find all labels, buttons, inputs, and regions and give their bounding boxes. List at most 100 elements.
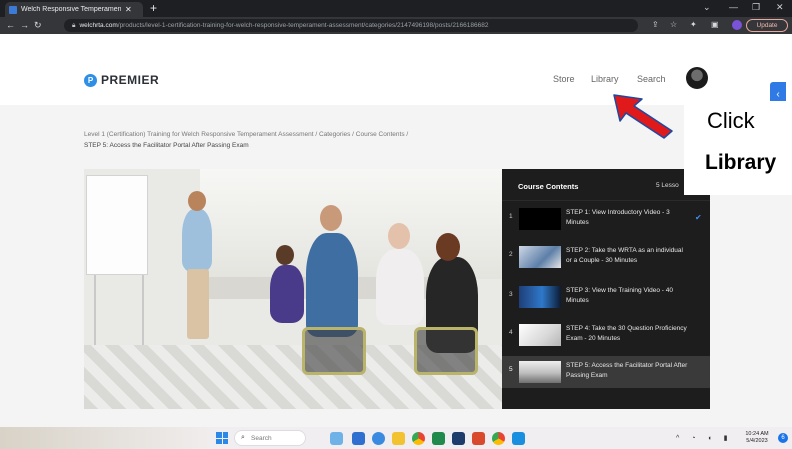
outlook-app-icon[interactable]	[512, 432, 525, 445]
lesson-thumbnail	[519, 286, 561, 308]
breadcrumb-current: STEP 5: Access the Facilitator Portal Af…	[84, 142, 249, 149]
powerpoint-app-icon[interactable]	[472, 432, 485, 445]
url-host: welchrta.com	[79, 22, 118, 29]
lesson-thumbnail	[519, 208, 561, 230]
lesson-title: STEP 3: View the Training Video - 40 Min…	[566, 287, 673, 304]
taskbar: ⌕ Search ^ ◔ ◖ ▮ 10:24 AM 5/4/2023 6	[0, 427, 792, 449]
lock-icon[interactable]: 🔒︎	[72, 22, 75, 30]
lesson-title: STEP 4: Take the 30 Question Proficiency…	[566, 325, 687, 342]
logo-text: PREMIER	[101, 73, 160, 87]
browser-tab-bar: Welch Responsive Temperament ✕ + ⌄ — ❐ ✕	[0, 0, 792, 17]
main-content: Level 1 (Certification) Training for Wel…	[0, 105, 792, 427]
breadcrumb: Level 1 (Certification) Training for Wel…	[84, 129, 554, 151]
course-contents-panel: Course Contents 5 Lesso 1 STEP 1: View I…	[502, 169, 710, 409]
person-figure	[376, 249, 424, 325]
file-explorer-icon[interactable]	[392, 432, 405, 445]
lesson-thumbnail	[519, 246, 561, 268]
lesson-count: 5 Lesso	[656, 182, 679, 189]
taskbar-search[interactable]: ⌕ Search	[234, 430, 306, 446]
reload-icon[interactable]: ↻	[34, 20, 47, 30]
notification-badge[interactable]: 6	[778, 433, 788, 443]
person-head	[320, 205, 342, 231]
person-head	[436, 233, 460, 261]
taskbar-weather-area	[0, 427, 210, 449]
nav-search[interactable]: Search	[637, 74, 666, 84]
lesson-number: 3	[509, 291, 513, 298]
lesson-item-4[interactable]: 4 STEP 4: Take the 30 Question Proficien…	[502, 319, 710, 351]
lesson-item-5[interactable]: 5 STEP 5: Access the Facilitator Portal …	[502, 356, 710, 388]
taskbar-clock[interactable]: 10:24 AM 5/4/2023	[738, 431, 776, 445]
user-avatar[interactable]	[686, 67, 708, 89]
edge-app-icon[interactable]	[372, 432, 385, 445]
share-icon[interactable]: ⇪	[652, 20, 659, 29]
chair	[302, 327, 366, 375]
lesson-item-2[interactable]: 2 STEP 2: Take the WRTA as an individual…	[502, 241, 710, 273]
lesson-number: 4	[509, 329, 513, 336]
nav-store[interactable]: Store	[553, 74, 575, 84]
widgets-app-icon[interactable]	[330, 432, 343, 445]
presenter-skirt	[187, 269, 209, 339]
person-figure	[306, 233, 358, 337]
person-head	[276, 245, 294, 265]
breadcrumb-path[interactable]: Level 1 (Certification) Training for Wel…	[84, 129, 554, 140]
course-contents-title: Course Contents	[518, 182, 579, 191]
instruction-callout: Click Library	[684, 101, 792, 195]
screen: Welch Responsive Temperament ✕ + ⌄ — ❐ ✕…	[0, 0, 792, 449]
close-window-icon[interactable]: ✕	[776, 2, 784, 13]
presenter-figure	[182, 209, 212, 273]
callout-line-1: Click	[707, 108, 755, 133]
presenter-head	[188, 191, 206, 211]
chrome-app-icon[interactable]	[492, 432, 505, 445]
address-bar[interactable]: 🔒︎ welchrta.com /products/level-1-certif…	[64, 19, 638, 32]
lesson-title: STEP 2: Take the WRTA as an individual o…	[566, 247, 683, 264]
sidepanel-icon[interactable]: ▣	[711, 20, 719, 29]
tab-title: Welch Responsive Temperament	[21, 6, 121, 13]
excel-app-icon[interactable]	[432, 432, 445, 445]
lesson-number: 5	[509, 366, 513, 373]
search-icon: ⌕	[241, 434, 245, 441]
windows-start-icon[interactable]	[216, 432, 228, 444]
site-logo[interactable]: P PREMIER	[84, 73, 159, 87]
flipchart-leg	[142, 275, 144, 345]
lesson-item-3[interactable]: 3 STEP 3: View the Training Video - 40 M…	[502, 281, 710, 313]
taskbar-search-placeholder: Search	[251, 435, 272, 442]
person-figure	[270, 265, 304, 323]
app-icon[interactable]	[452, 432, 465, 445]
clock-date: 5/4/2023	[746, 438, 768, 444]
system-tray[interactable]: ^ ◔ ◖ ▮	[676, 434, 732, 442]
nav-library[interactable]: Library	[591, 74, 619, 84]
nav-buttons: ←→↻	[6, 20, 47, 31]
browser-toolbar: ←→↻ 🔒︎ welchrta.com /products/level-1-ce…	[0, 17, 792, 34]
forward-icon[interactable]: →	[20, 20, 34, 30]
profile-avatar[interactable]	[732, 20, 742, 30]
lesson-title: STEP 5: Access the Facilitator Portal Af…	[566, 362, 688, 379]
chrome-app-icon[interactable]	[412, 432, 425, 445]
maximize-icon[interactable]: ❐	[752, 2, 760, 13]
lesson-thumbnail	[519, 324, 561, 346]
close-tab-icon[interactable]: ✕	[125, 5, 132, 14]
star-icon[interactable]: ☆	[670, 20, 677, 29]
mail-app-icon[interactable]	[352, 432, 365, 445]
new-tab-icon[interactable]: +	[150, 1, 157, 15]
puzzle-icon[interactable]: ✦	[690, 20, 697, 29]
person-head	[388, 223, 410, 249]
browser-tab[interactable]: Welch Responsive Temperament ✕	[5, 2, 143, 17]
site-favicon-icon	[9, 5, 17, 14]
flipchart-board	[86, 175, 148, 275]
lesson-image[interactable]	[84, 169, 502, 409]
lesson-item-1[interactable]: 1 STEP 1: View Introductory Video - 3 Mi…	[502, 203, 710, 235]
tab-search-icon[interactable]: ⌄	[703, 2, 711, 13]
callout-line-2: Library	[705, 151, 777, 174]
pointer-arrow-icon	[613, 94, 673, 139]
lesson-number: 1	[509, 213, 513, 220]
back-icon[interactable]: ←	[6, 20, 20, 30]
lesson-number: 2	[509, 251, 513, 258]
logo-mark-icon: P	[84, 73, 97, 87]
clock-time: 10:24 AM	[745, 431, 769, 437]
course-contents-header: Course Contents 5 Lesso	[502, 169, 710, 201]
minimize-icon[interactable]: —	[729, 2, 738, 12]
update-button[interactable]: Update	[746, 19, 788, 32]
chair	[414, 327, 478, 375]
flipchart-leg	[94, 275, 96, 345]
lesson-thumbnail	[519, 361, 561, 383]
